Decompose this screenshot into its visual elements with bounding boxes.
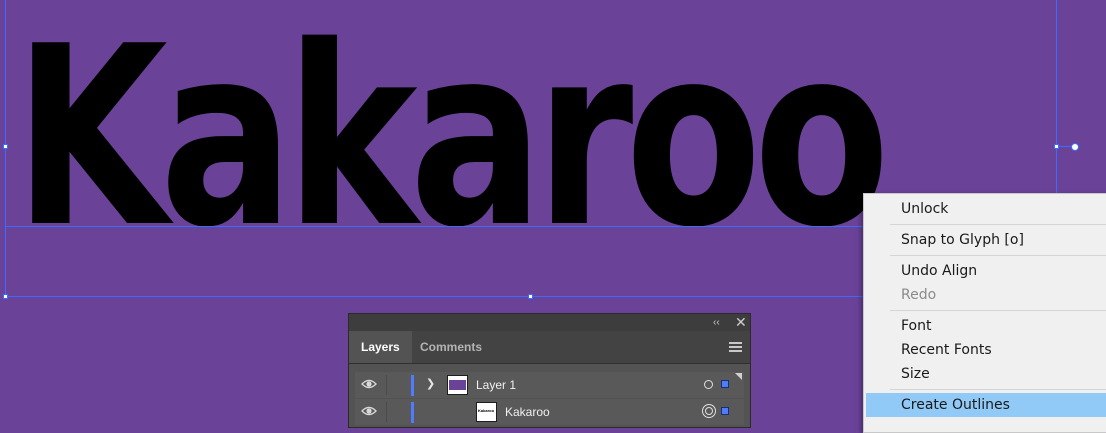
- text-baseline: [5, 226, 863, 227]
- menu-item-redo: Redo: [901, 287, 937, 303]
- chevron-down-icon[interactable]: ❯: [426, 377, 435, 390]
- menu-separator: [890, 224, 1106, 225]
- menu-separator: [890, 255, 1106, 256]
- tab-comments[interactable]: Comments: [408, 331, 494, 363]
- layers-panel: ‹‹ ✕ Layers Comments ❯ Layer 1 Kakaroo K…: [348, 313, 751, 428]
- text-path-endpoint-handle[interactable]: [1071, 143, 1079, 151]
- selection-indicator[interactable]: [721, 380, 729, 388]
- panel-tab-row: Layers Comments: [349, 331, 750, 364]
- target-circle-icon[interactable]: [704, 380, 713, 389]
- artwork-text-kakaroo[interactable]: Kakaroo: [14, 14, 890, 262]
- layer-name[interactable]: Kakaroo: [505, 405, 550, 419]
- lock-toggle-column[interactable]: [386, 375, 387, 395]
- double-chevron-left-icon[interactable]: ‹‹: [713, 314, 720, 331]
- layer-color-indicator: [411, 375, 414, 396]
- layer-name[interactable]: Layer 1: [476, 378, 516, 392]
- close-icon[interactable]: ✕: [735, 314, 747, 331]
- menu-item-unlock[interactable]: Unlock: [866, 197, 1106, 221]
- lock-toggle-column[interactable]: [386, 402, 387, 422]
- eye-icon[interactable]: [361, 378, 377, 390]
- menu-item-undo-align[interactable]: Undo Align: [866, 259, 1106, 283]
- context-menu: Unlock Snap to Glyph [o] Undo Align Redo…: [863, 193, 1106, 433]
- menu-separator: [890, 389, 1106, 390]
- hamburger-menu-icon[interactable]: [729, 342, 742, 354]
- selection-handle-bottom-center[interactable]: [528, 294, 533, 299]
- layer-row-layer-1[interactable]: ❯ Layer 1: [355, 372, 744, 398]
- selection-handle-bottom-left[interactable]: [3, 294, 8, 299]
- menu-separator: [890, 310, 1106, 311]
- menu-item-create-outlines[interactable]: Create Outlines: [866, 393, 1106, 417]
- layer-thumbnail: Kakaroo: [476, 402, 497, 422]
- selection-handle-right[interactable]: [1054, 144, 1059, 149]
- target-appearance-icon[interactable]: [702, 404, 716, 418]
- menu-item-size[interactable]: Size: [866, 362, 1106, 386]
- selection-indicator[interactable]: [721, 407, 729, 415]
- corner-triangle-icon: [735, 373, 742, 380]
- layer-row-kakaroo[interactable]: Kakaroo Kakaroo: [355, 399, 744, 425]
- menu-item-recent-fonts[interactable]: Recent Fonts: [866, 338, 1106, 362]
- layer-color-indicator: [411, 402, 414, 423]
- tab-layers[interactable]: Layers: [349, 331, 412, 363]
- panel-titlebar[interactable]: ‹‹ ✕: [349, 314, 750, 331]
- layer-thumbnail: [447, 375, 468, 395]
- selection-handle-left[interactable]: [3, 144, 8, 149]
- eye-icon[interactable]: [361, 405, 377, 417]
- menu-item-font[interactable]: Font: [866, 314, 1106, 338]
- menu-item-snap-to-glyph[interactable]: Snap to Glyph [o]: [866, 228, 1106, 252]
- thumbnail-text: Kakaroo: [478, 408, 495, 413]
